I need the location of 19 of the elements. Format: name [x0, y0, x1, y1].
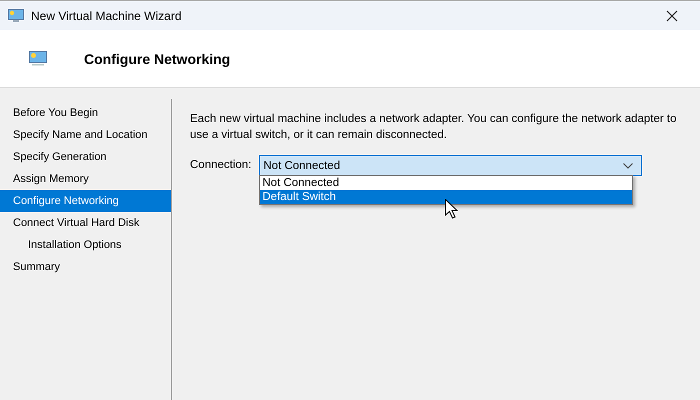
dropdown-option[interactable]: Default Switch [260, 190, 632, 204]
monitor-icon [29, 51, 47, 66]
step-item[interactable]: Installation Options [0, 234, 171, 256]
close-icon[interactable] [666, 10, 678, 22]
field-label: Connection: [190, 158, 252, 173]
chevron-icon [623, 162, 634, 168]
step-item[interactable]: Specify Name and Location [0, 124, 171, 146]
page-heading: Configure Networking [84, 50, 230, 66]
step-item[interactable]: Assign Memory [0, 168, 171, 190]
step-item[interactable]: Summary [0, 256, 171, 278]
description-text: Each new virtual machine includes a network adapter. You can configure the network adapter to use a virtual switch, or it can remain disconnected. [190, 112, 678, 143]
window-title: New Virtual Machine Wizard [31, 8, 182, 22]
step-item[interactable]: Specify Generation [0, 146, 171, 168]
dropdown-option[interactable]: Not Connected [260, 176, 632, 190]
step-item[interactable]: Before You Begin [0, 102, 171, 124]
step-item[interactable]: Configure Networking [0, 190, 171, 212]
monitor-icon [8, 8, 24, 22]
connection-dropdown[interactable]: Not Connected [259, 155, 642, 176]
step-item[interactable]: Connect Virtual Hard Disk [0, 212, 171, 234]
